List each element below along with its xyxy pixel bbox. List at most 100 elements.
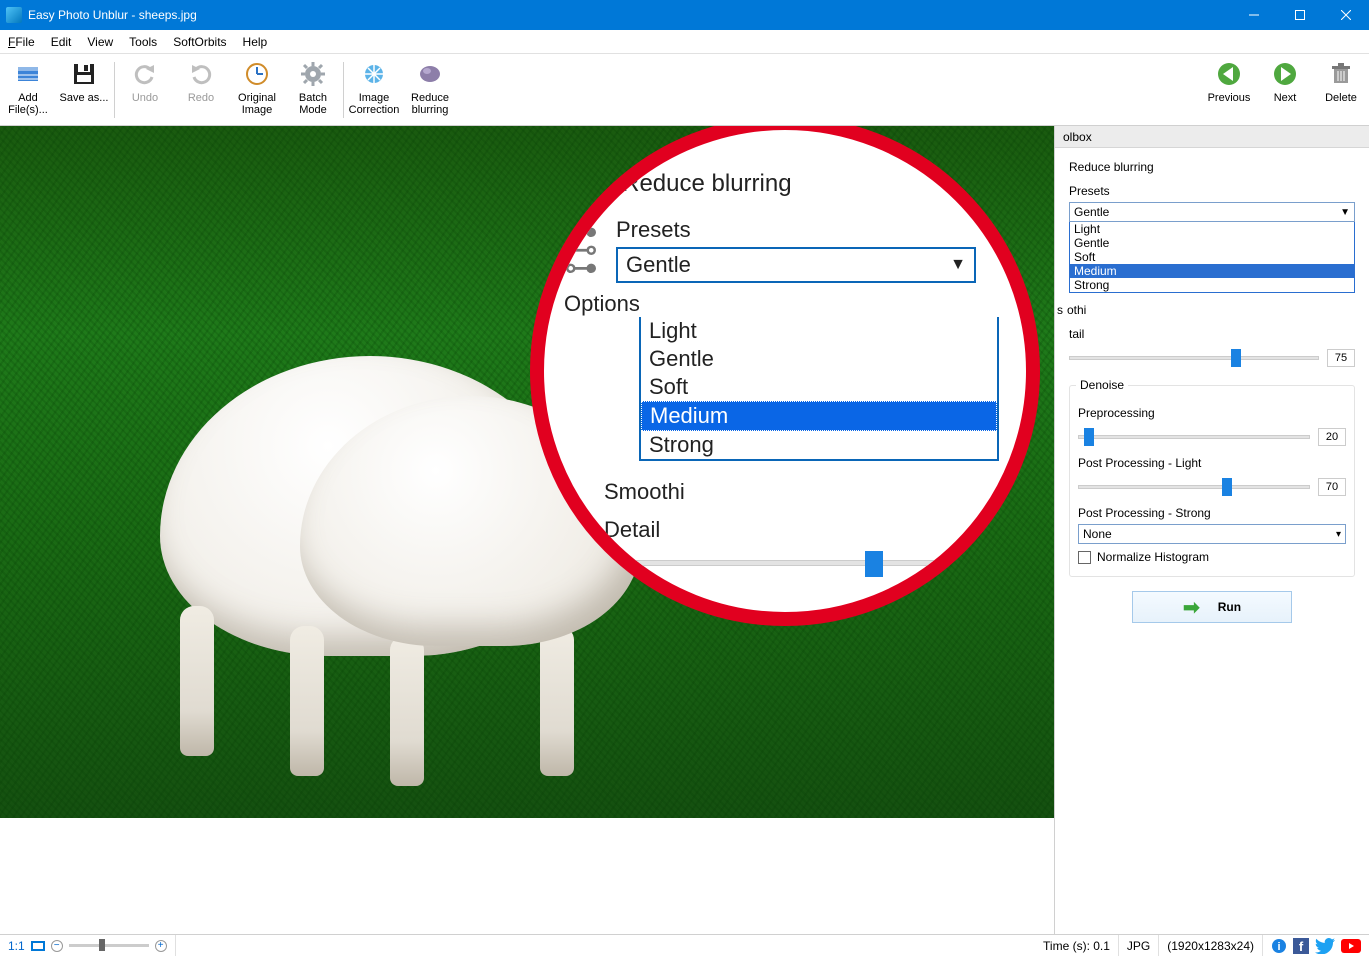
run-arrow-icon: ➡: [1183, 595, 1200, 620]
chevron-down-icon: ▼: [950, 256, 966, 274]
post-strong-label: Post Processing - Strong: [1078, 506, 1211, 520]
facebook-icon[interactable]: f: [1293, 938, 1309, 954]
denoise-legend: Denoise: [1076, 378, 1128, 392]
detail-label-cut: tail: [1069, 327, 1355, 341]
run-button[interactable]: ➡ Run: [1132, 591, 1292, 623]
presets-combo[interactable]: Gentle ▼: [616, 247, 976, 283]
undo-icon: [131, 60, 159, 88]
maximize-icon: [1295, 10, 1305, 20]
delete-button[interactable]: Delete: [1313, 56, 1369, 124]
redo-icon: [187, 60, 215, 88]
trash-icon: [1327, 60, 1355, 88]
save-as-button[interactable]: Save as...: [56, 56, 112, 124]
undo-button[interactable]: Undo: [117, 56, 173, 124]
preset-option-light[interactable]: Light: [1070, 222, 1354, 236]
info-icon[interactable]: i: [1271, 938, 1287, 954]
sliders-icon: ⊶⊷⊶: [564, 223, 596, 277]
original-image-button[interactable]: Original Image: [229, 56, 285, 124]
preset-option-medium[interactable]: Medium: [1070, 264, 1354, 278]
presets-dropdown-list: Light Gentle Soft Medium Strong: [639, 317, 999, 461]
add-files-icon: [14, 60, 42, 88]
statusbar: 1:1 − + Time (s): 0.1 JPG (1920x1283x24)…: [0, 934, 1369, 956]
post-light-value[interactable]: 70: [1318, 478, 1346, 496]
menu-file[interactable]: FFile: [0, 35, 43, 49]
slider-thumb[interactable]: [1084, 428, 1094, 446]
menu-softorbits[interactable]: SoftOrbits: [165, 35, 234, 49]
smoothing-label-cut: Smoothi: [604, 479, 1016, 505]
preset-option-light[interactable]: Light: [641, 317, 997, 345]
toolbar-separator: [114, 62, 115, 118]
preset-option-strong[interactable]: Strong: [1070, 278, 1354, 292]
zoom-cell[interactable]: 1:1 − +: [0, 935, 176, 956]
checkbox-box: [1078, 551, 1091, 564]
reduce-blurring-button[interactable]: Reduce blurring: [402, 56, 458, 124]
gear-icon: [299, 60, 327, 88]
preset-option-gentle[interactable]: Gentle: [1070, 236, 1354, 250]
minimize-button[interactable]: [1231, 0, 1277, 30]
window-title: Easy Photo Unblur - sheeps.jpg: [28, 8, 1231, 22]
slider-thumb[interactable]: [99, 939, 105, 951]
svg-text:i: i: [1277, 941, 1280, 953]
toolbox-header: olbox: [1055, 126, 1369, 148]
titlebar: Easy Photo Unblur - sheeps.jpg: [0, 0, 1369, 30]
app-icon: [6, 7, 22, 23]
post-strong-combo[interactable]: None ▾: [1078, 524, 1346, 544]
clock-icon: [243, 60, 271, 88]
zoom-slider[interactable]: [69, 944, 149, 947]
detail-slider-small[interactable]: [1069, 356, 1319, 360]
maximize-button[interactable]: [1277, 0, 1323, 30]
reduce-blurring-title: Reduce blurring: [1069, 160, 1355, 174]
preset-option-soft[interactable]: Soft: [1070, 250, 1354, 264]
detail-value[interactable]: 75: [618, 577, 654, 602]
menu-tools[interactable]: Tools: [121, 35, 165, 49]
magnifier-title: Reduce blurring: [622, 170, 791, 198]
slider-thumb[interactable]: [1231, 349, 1241, 367]
menubar: FFile Edit View Tools SoftOrbits Help: [0, 30, 1369, 54]
options-label: Options: [564, 291, 1016, 317]
image-canvas[interactable]: Reduce blurring ⊶⊷⊶ Presets Gentle ▼ Opt…: [0, 126, 1054, 934]
time-cell: Time (s): 0.1: [1035, 935, 1119, 956]
preset-option-soft[interactable]: Soft: [641, 373, 997, 401]
post-light-slider[interactable]: [1078, 485, 1310, 489]
image-correction-button[interactable]: Image Correction: [346, 56, 402, 124]
menu-view[interactable]: View: [79, 35, 121, 49]
previous-icon: [1215, 60, 1243, 88]
preprocessing-value[interactable]: 20: [1318, 428, 1346, 446]
preprocessing-label: Preprocessing: [1078, 406, 1155, 420]
redo-button[interactable]: Redo: [173, 56, 229, 124]
slider-thumb[interactable]: [1222, 478, 1232, 496]
format-cell: JPG: [1119, 935, 1159, 956]
batch-mode-button[interactable]: Batch Mode: [285, 56, 341, 124]
twitter-icon[interactable]: [1315, 938, 1335, 954]
zoom-in-icon[interactable]: +: [155, 940, 167, 952]
preset-option-gentle[interactable]: Gentle: [641, 345, 997, 373]
preprocessing-slider[interactable]: [1078, 435, 1310, 439]
smoothing-label-cut: othi: [1067, 303, 1355, 317]
next-button[interactable]: Next: [1257, 56, 1313, 124]
toolbar: Add File(s)... Save as... Undo Redo Orig…: [0, 54, 1369, 126]
slider-thumb[interactable]: [865, 551, 883, 577]
youtube-icon[interactable]: [1341, 939, 1361, 953]
presets-label: Presets: [1069, 184, 1355, 198]
menu-edit[interactable]: Edit: [43, 35, 80, 49]
detail-slider[interactable]: [604, 560, 964, 566]
presets-combo-small[interactable]: Gentle ▼: [1069, 202, 1355, 222]
preset-option-medium[interactable]: Medium: [641, 401, 997, 431]
detail-label: Detail: [604, 517, 1016, 543]
presets-label: Presets: [616, 217, 1016, 243]
previous-button[interactable]: Previous: [1201, 56, 1257, 124]
detail-value-small[interactable]: 75: [1327, 349, 1355, 367]
normalize-histogram-checkbox[interactable]: Normalize Histogram: [1078, 550, 1346, 564]
dimensions-cell: (1920x1283x24): [1159, 935, 1263, 956]
fit-icon[interactable]: [31, 941, 45, 951]
add-files-button[interactable]: Add File(s)...: [0, 56, 56, 124]
preset-option-strong[interactable]: Strong: [641, 431, 997, 459]
close-button[interactable]: [1323, 0, 1369, 30]
menu-help[interactable]: Help: [235, 35, 276, 49]
zoom-out-icon[interactable]: −: [51, 940, 63, 952]
toolbar-separator: [343, 62, 344, 118]
svg-text:f: f: [1299, 939, 1304, 954]
presets-dropdown-small: Light Gentle Soft Medium Strong: [1069, 222, 1355, 293]
sparkle-icon: [360, 60, 388, 88]
blur-icon: [416, 60, 444, 88]
